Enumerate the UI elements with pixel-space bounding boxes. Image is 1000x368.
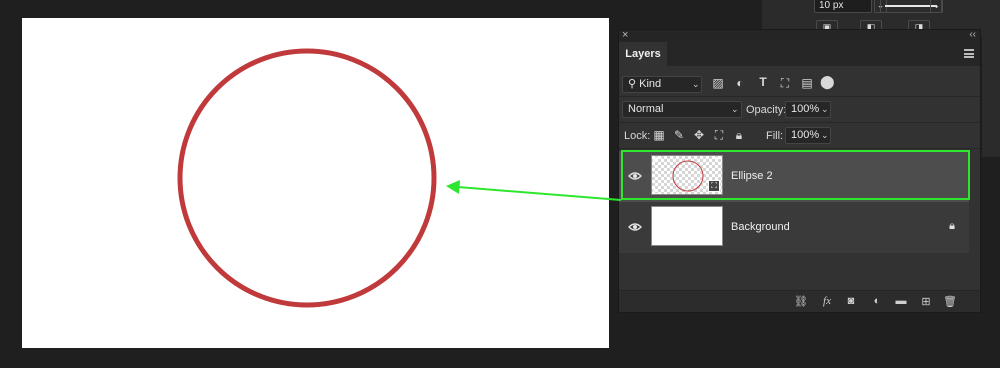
lock-position-icon[interactable]: ✥ (692, 128, 706, 142)
smart-object-filter-icon[interactable]: ▤ (800, 76, 814, 90)
lock-image-icon[interactable]: ✎ (672, 128, 686, 142)
panel-tabs: Layers (619, 42, 980, 66)
new-layer-icon[interactable]: ⊞ (918, 295, 934, 308)
fill-label: Fill: (766, 130, 784, 142)
adjustment-filter-icon[interactable]: ◐ (733, 76, 747, 90)
blend-mode-select[interactable]: Normal (622, 101, 742, 118)
stroke-size-field[interactable]: 10 px (814, 0, 872, 13)
tab-layers[interactable]: Layers (619, 42, 667, 66)
visibility-eye-icon[interactable] (628, 222, 642, 232)
lock-transparent-icon[interactable]: ▦ (652, 128, 666, 142)
filter-kind-label: Kind (639, 78, 662, 90)
filter-toggle-icon[interactable]: ⬤ (820, 74, 835, 90)
close-icon[interactable]: × (622, 29, 628, 41)
side-panel-strip (982, 37, 1000, 157)
layers-bottom-toolbar: ⛓ fx ◙ ◐ ▬ ⊞ 🗑︎ (619, 290, 980, 312)
chevron-down-icon: ⌄ (692, 79, 700, 89)
highlight-box (621, 150, 970, 200)
stroke-style-dropdown[interactable]: ⌄ (930, 0, 943, 13)
blend-row: Normal ⌄ Opacity: 100% ⌄ (619, 97, 980, 123)
search-icon: ⚲ (628, 78, 637, 90)
chevron-down-icon[interactable]: ⌄ (821, 130, 829, 141)
lock-icon: 🔒︎ (949, 220, 955, 232)
panel-menu-icon[interactable] (964, 49, 974, 58)
document-canvas[interactable] (22, 18, 609, 348)
chevron-down-icon[interactable]: ⌄ (821, 104, 829, 115)
collapse-icon[interactable]: ‹‹ (969, 29, 976, 40)
lock-all-icon[interactable]: 🔒︎ (732, 128, 746, 143)
filter-kind-select[interactable]: ⚲ Kind (622, 76, 702, 93)
adjustment-icon[interactable]: ◐ (869, 295, 885, 307)
folder-icon[interactable]: ▬ (893, 295, 909, 307)
layer-name[interactable]: Background (731, 221, 790, 233)
trash-icon[interactable]: 🗑︎ (942, 295, 958, 308)
fx-icon[interactable]: fx (819, 295, 835, 307)
shape-filter-icon[interactable]: ⛶ (778, 76, 792, 91)
opacity-label: Opacity: (746, 104, 787, 116)
lock-artboard-icon[interactable]: ⛶ (712, 128, 726, 143)
ellipse-shape[interactable] (22, 18, 609, 348)
layer-row-background[interactable]: Background 🔒︎ (619, 202, 969, 253)
mask-icon[interactable]: ◙ (843, 295, 859, 307)
type-filter-icon[interactable]: T (756, 75, 770, 89)
pixel-filter-icon[interactable]: ▨ (711, 76, 725, 90)
link-icon[interactable]: ⛓ (793, 295, 809, 308)
filter-row: ⚲ Kind ⌄ ▨ ◐ T ⛶ ▤ ⬤ (619, 71, 980, 97)
lock-label: Lock: (624, 130, 651, 142)
chevron-down-icon: ⌄ (731, 104, 739, 114)
panel-header-bar: × ‹‹ (619, 29, 980, 42)
layer-thumbnail (651, 206, 723, 246)
lock-row: Lock: ▦ ✎ ✥ ⛶ 🔒︎ Fill: 100% ⌄ (619, 123, 980, 149)
